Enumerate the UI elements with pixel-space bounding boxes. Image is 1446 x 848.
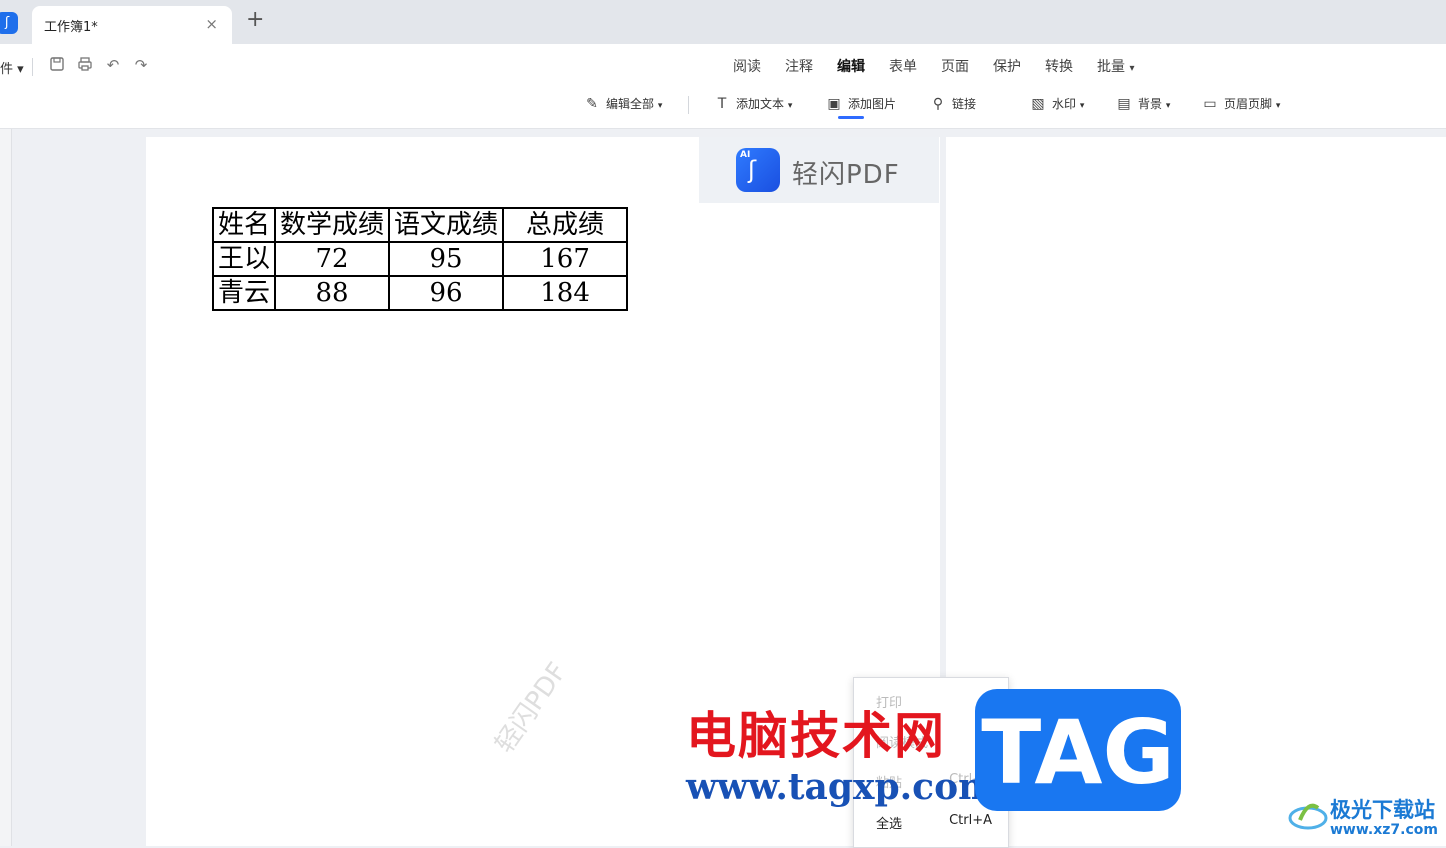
- table-cell: 王以: [211, 241, 277, 277]
- redo-icon[interactable]: ↷: [132, 56, 150, 74]
- brand-badge: AI ʃ 轻闪PDF: [699, 137, 939, 203]
- brand-logo-icon: AI ʃ: [736, 148, 780, 192]
- tab-form[interactable]: 表单: [889, 56, 917, 76]
- xz-logo-icon: [1288, 803, 1328, 830]
- header-footer-button[interactable]: ▭ 页眉页脚 ▾: [1202, 95, 1280, 112]
- score-table: 姓名 数学成绩 语文成绩 总成绩 王以 72 95 167 青云 88 96 1…: [211, 207, 629, 311]
- tab-workbook[interactable]: 工作簿1* ×: [32, 6, 232, 44]
- brand-name: 轻闪PDF: [792, 160, 900, 190]
- xz-site-url: www.xz7.com: [1330, 822, 1438, 838]
- table-cell: 72: [274, 241, 391, 277]
- site-watermark-url: www.tagxp.com: [686, 766, 997, 808]
- save-icon[interactable]: [48, 56, 66, 74]
- tab-edit[interactable]: 编辑: [837, 56, 865, 76]
- table-cell: 167: [502, 241, 629, 277]
- xz-site-name: 极光下载站: [1330, 798, 1435, 822]
- pen-icon: ✎: [586, 96, 598, 112]
- add-text-button[interactable]: T 添加文本 ▾: [714, 95, 793, 112]
- header-cell: 姓名: [211, 207, 277, 243]
- table-cell: 青云: [211, 275, 277, 311]
- edit-all-button[interactable]: ✎ 编辑全部 ▾: [584, 95, 662, 112]
- divider: [688, 96, 689, 114]
- toolbar: 件 ▾ ↶ ↷ 阅读 注释 编辑 表单 页面 保护 转换 批量 ▾ ✎ 编辑全部 …: [0, 44, 1446, 129]
- tag-logo: TAG: [975, 689, 1181, 811]
- tab-page[interactable]: 页面: [941, 56, 969, 76]
- header-cell: 语文成绩: [388, 207, 505, 243]
- tab-read[interactable]: 阅读: [733, 56, 761, 76]
- tab-annotate[interactable]: 注释: [785, 56, 813, 76]
- tab-bar: ʃ 工作簿1* × +: [0, 0, 1446, 44]
- close-icon[interactable]: ×: [205, 15, 218, 33]
- site-watermark-title: 电脑技术网: [686, 706, 946, 765]
- undo-icon[interactable]: ↶: [104, 56, 122, 74]
- shortcut-select-all: Ctrl+A: [949, 813, 992, 828]
- tab-title: 工作簿1*: [44, 20, 98, 35]
- divider: [32, 58, 33, 76]
- left-rail: [0, 129, 12, 846]
- header-cell: 数学成绩: [274, 207, 391, 243]
- table-header-row: 姓名 数学成绩 语文成绩 总成绩: [211, 207, 629, 243]
- header-footer-icon: ▭: [1203, 96, 1217, 112]
- watermark-icon: ▧: [1031, 96, 1045, 112]
- table-row: 青云 88 96 184: [211, 275, 629, 311]
- background-button[interactable]: ▤ 背景 ▾: [1116, 95, 1170, 112]
- table-cell: 184: [502, 275, 629, 311]
- tab-batch[interactable]: 批量 ▾: [1097, 56, 1134, 76]
- file-menu[interactable]: 件 ▾: [0, 58, 24, 77]
- background-icon: ▤: [1117, 96, 1131, 112]
- add-image-button[interactable]: ▣ 添加图片: [826, 95, 896, 112]
- link-icon: ⚲: [932, 96, 944, 112]
- menu-item-select-all[interactable]: 全选: [876, 813, 902, 832]
- image-icon: ▣: [827, 96, 841, 112]
- table-cell: 95: [388, 241, 505, 277]
- header-cell: 总成绩: [502, 207, 629, 243]
- add-tab-icon[interactable]: +: [246, 9, 264, 31]
- print-icon[interactable]: [76, 56, 94, 74]
- tab-protect[interactable]: 保护: [993, 56, 1021, 76]
- active-tab-indicator: [838, 116, 864, 119]
- text-box-icon: T: [717, 96, 727, 112]
- tag-logo-text: TAG: [981, 701, 1175, 804]
- tab-convert[interactable]: 转换: [1045, 56, 1073, 76]
- app-logo-icon[interactable]: ʃ: [0, 12, 18, 34]
- table-row: 王以 72 95 167: [211, 241, 629, 277]
- table-cell: 96: [388, 275, 505, 311]
- table-cell: 88: [274, 275, 391, 311]
- watermark-button[interactable]: ▧ 水印 ▾: [1030, 95, 1084, 112]
- link-button[interactable]: ⚲ 链接: [930, 95, 976, 112]
